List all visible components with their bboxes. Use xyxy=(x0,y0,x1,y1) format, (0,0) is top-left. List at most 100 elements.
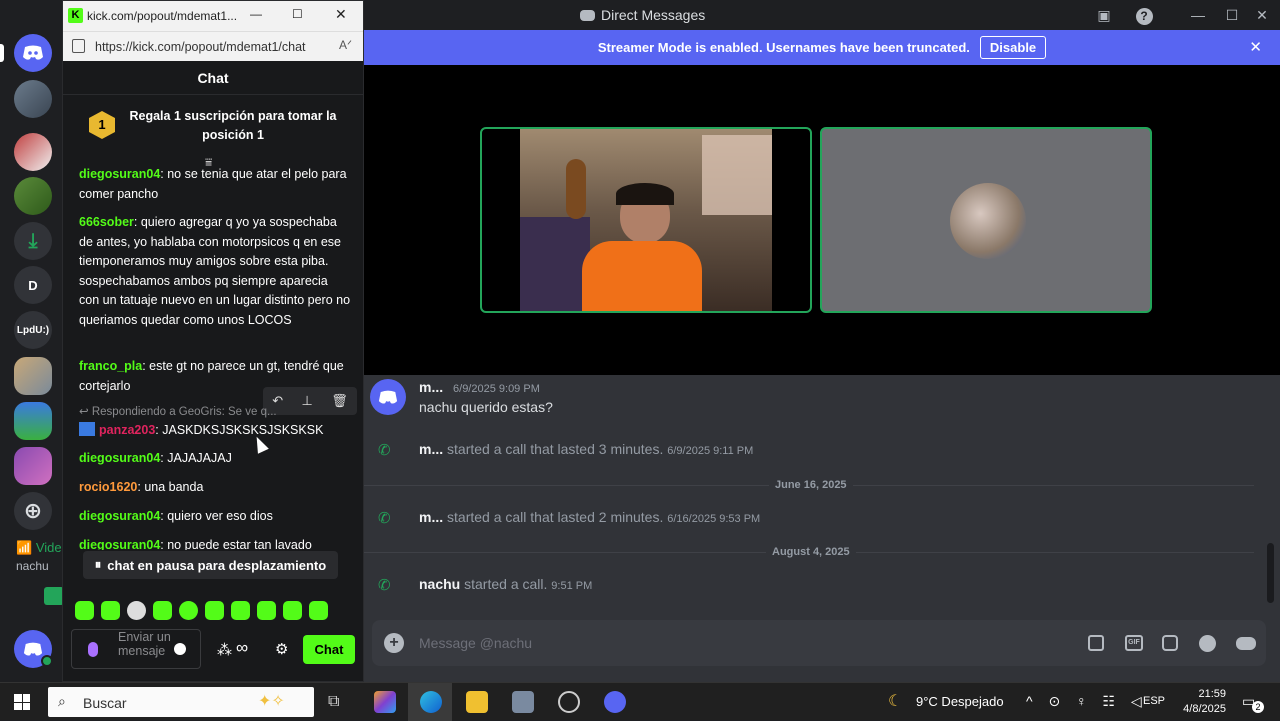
tray-icons[interactable]: ^ ⊙ ♀ ☷ ◁ xyxy=(1026,693,1148,710)
timestamp: 6/9/2025 9:09 PM xyxy=(453,383,540,395)
microphone-icon[interactable] xyxy=(88,642,98,657)
server-avatar-icon[interactable] xyxy=(14,80,52,118)
add-attachment-icon[interactable]: + xyxy=(384,633,404,653)
minimize-button[interactable]: — xyxy=(250,7,262,21)
emote-icon[interactable] xyxy=(127,601,146,620)
tab-title: kick.com/popout/mdemat1... xyxy=(87,9,238,23)
chat-username[interactable]: franco_pla xyxy=(79,359,142,373)
reader-mode-icon[interactable]: Aᐟ xyxy=(339,38,352,52)
download-icon[interactable]: ⤓ xyxy=(14,222,52,260)
camera-icon[interactable] xyxy=(44,587,64,605)
chat-username[interactable]: rocio1620 xyxy=(79,480,137,494)
gif-icon[interactable]: GIF xyxy=(1125,635,1143,651)
close-button[interactable]: ✕ xyxy=(1248,4,1276,26)
chat-username[interactable]: 666sober xyxy=(79,215,134,229)
timestamp: 6/9/2025 9:11 PM xyxy=(667,445,754,457)
app-icon[interactable] xyxy=(512,691,534,713)
call-text: started a call that lasted 3 minutes. xyxy=(447,441,664,457)
page-info-icon[interactable] xyxy=(72,39,85,53)
discord-home-icon[interactable] xyxy=(14,34,52,72)
gamepad-icon[interactable] xyxy=(1236,637,1256,650)
chat-username[interactable]: diegosuran04 xyxy=(79,167,160,181)
edge-icon[interactable] xyxy=(420,691,442,713)
emoji-icon[interactable] xyxy=(174,643,186,655)
person-hair xyxy=(616,183,674,205)
video-tile-avatar[interactable] xyxy=(820,127,1152,313)
file-explorer-icon[interactable] xyxy=(466,691,488,713)
video-tile-camera[interactable] xyxy=(480,127,812,313)
emote-icon[interactable] xyxy=(205,601,224,620)
emoji-icon[interactable] xyxy=(1199,635,1216,652)
rank-badge-icon: 1 xyxy=(89,111,115,139)
weather-text[interactable]: 9°C Despejado xyxy=(916,694,1004,709)
chat-text: quiero ver eso dios xyxy=(167,509,273,523)
community-icon[interactable]: ⁂ xyxy=(217,641,232,659)
sticker-icon[interactable] xyxy=(1162,635,1178,651)
server-avatar-icon[interactable] xyxy=(14,357,52,395)
emote-icon[interactable] xyxy=(101,601,120,620)
maximize-button[interactable]: ☐ xyxy=(1218,4,1246,26)
close-icon[interactable]: ✕ xyxy=(1249,38,1262,56)
inbox-icon[interactable]: ▣ xyxy=(1090,4,1118,26)
copilot-icon[interactable] xyxy=(374,691,396,713)
server-avatar-icon[interactable] xyxy=(14,447,52,485)
emote-icon[interactable] xyxy=(309,601,328,620)
voice-connected-label: 📶 Vide xyxy=(16,540,62,555)
scrollbar[interactable] xyxy=(1267,543,1274,603)
taskbar-search[interactable]: ⌕ Buscar ✦✧ xyxy=(48,687,314,717)
message-input[interactable]: Message @nachu xyxy=(419,635,532,651)
server-lpdu[interactable]: LpdU:) xyxy=(14,311,52,349)
author-name[interactable]: m... xyxy=(419,441,443,457)
pause-icon: ⏸ xyxy=(94,557,102,572)
emote-icon[interactable] xyxy=(153,601,172,620)
reply-arrow-icon: ↩ xyxy=(79,406,89,418)
server-d[interactable]: D xyxy=(14,266,52,304)
server-avatar-icon[interactable] xyxy=(14,402,52,440)
pinned-message[interactable]: 1 Regala 1 suscripción para tomar la pos… xyxy=(63,95,363,169)
clock-date: 4/8/2025 xyxy=(1183,703,1226,715)
server-avatar-icon[interactable] xyxy=(14,177,52,215)
language-indicator[interactable]: ESP xyxy=(1143,695,1165,707)
user-badge-icon xyxy=(79,422,95,436)
chat-username[interactable]: diegosuran04 xyxy=(79,451,160,465)
settings-gear-icon[interactable]: ⚙ xyxy=(275,640,288,658)
minimize-button[interactable]: — xyxy=(1184,4,1212,26)
voice-user: nachu xyxy=(16,559,49,573)
notification-count: 2 xyxy=(1252,701,1264,713)
chat-text: no puede estar tan lavado xyxy=(167,538,312,550)
emote-icon[interactable] xyxy=(179,601,198,620)
help-icon[interactable]: ? xyxy=(1130,4,1158,26)
chat-username[interactable]: diegosuran04 xyxy=(79,538,160,550)
task-view-icon[interactable]: ⧉ xyxy=(328,693,339,711)
server-avatar-icon[interactable] xyxy=(14,133,52,171)
disable-button[interactable]: Disable xyxy=(979,36,1047,59)
start-button[interactable] xyxy=(14,694,30,710)
send-chat-button[interactable]: Chat xyxy=(303,635,355,664)
chat-username[interactable]: panza203 xyxy=(99,423,155,437)
chat-paused-button[interactable]: ⏸ chat en pausa para desplazamiento xyxy=(83,551,338,579)
chat-message: panza203: JASKDKSJSKSKSJSKSKSK xyxy=(79,421,351,441)
author-name[interactable]: m... xyxy=(419,509,443,525)
discord-taskbar-icon[interactable] xyxy=(604,691,626,713)
maximize-button[interactable]: ☐ xyxy=(292,7,303,21)
phone-icon: ✆ xyxy=(378,577,391,594)
obs-icon[interactable] xyxy=(558,691,580,713)
add-server-icon[interactable]: ⊕ xyxy=(14,492,52,530)
author-name[interactable]: m... xyxy=(419,379,443,395)
emote-icon[interactable] xyxy=(283,601,302,620)
author-avatar[interactable] xyxy=(370,379,406,415)
chat-username[interactable]: diegosuran04 xyxy=(79,509,160,523)
emote-icon[interactable] xyxy=(257,601,276,620)
infinity-icon[interactable]: ∞ xyxy=(236,638,248,658)
clock[interactable]: 21:59 4/8/2025 xyxy=(1176,687,1226,717)
emote-icon[interactable] xyxy=(231,601,250,620)
chat-input[interactable]: Enviar un mensaje xyxy=(71,629,201,669)
gift-icon[interactable] xyxy=(1088,635,1104,651)
emote-icon[interactable] xyxy=(75,601,94,620)
author-name[interactable]: nachu xyxy=(419,576,460,592)
url-bar[interactable]: https://kick.com/popout/mdemat1/chat Aᐟ xyxy=(63,31,363,61)
kick-titlebar: K kick.com/popout/mdemat1... — ☐ ✕ xyxy=(63,1,363,31)
close-button[interactable]: ✕ xyxy=(335,6,347,23)
chat-text: JAJAJAJAJ xyxy=(167,451,232,465)
url-text[interactable]: https://kick.com/popout/mdemat1/chat xyxy=(95,40,306,54)
